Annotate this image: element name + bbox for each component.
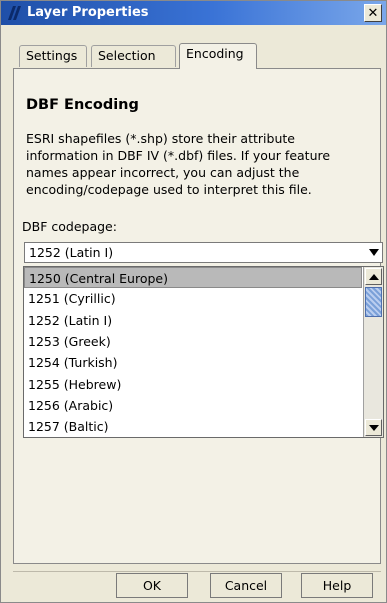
- scroll-up-button[interactable]: [365, 268, 382, 285]
- help-button-label: Help: [322, 578, 352, 593]
- tab-selection[interactable]: Selection: [91, 45, 176, 67]
- cancel-button[interactable]: Cancel: [210, 573, 282, 598]
- option-label: 1252 (Latin I): [28, 312, 113, 328]
- list-item[interactable]: 1255 (Hebrew): [24, 374, 362, 395]
- chevron-down-icon: [369, 425, 379, 431]
- panel-description: ESRI shapefiles (*.shp) store their attr…: [26, 131, 331, 197]
- list-item[interactable]: 1253 (Greek): [24, 331, 362, 352]
- combobox-value: 1252 (Latin I): [29, 245, 114, 260]
- option-label: 1254 (Turkish): [28, 355, 118, 371]
- title-bar[interactable]: Layer Properties ✕: [1, 1, 386, 25]
- option-label: 1257 (Baltic): [28, 419, 109, 435]
- option-label: 1253 (Greek): [28, 333, 111, 349]
- scroll-down-button[interactable]: [365, 419, 382, 436]
- codepage-combobox[interactable]: 1252 (Latin I): [24, 242, 383, 263]
- layer-properties-window: Layer Properties ✕ Settings Selection En…: [0, 0, 387, 603]
- ok-button-label: OK: [142, 578, 162, 593]
- tab-encoding-label: Encoding: [186, 46, 244, 61]
- panel-heading: DBF Encoding: [26, 97, 139, 113]
- tab-settings-label: Settings: [26, 48, 78, 63]
- window-title: Layer Properties: [27, 5, 149, 20]
- chevron-up-icon: [369, 274, 379, 280]
- codepage-label: DBF codepage:: [22, 219, 117, 234]
- chevron-down-icon[interactable]: [369, 249, 379, 256]
- option-label: 1255 (Hebrew): [28, 376, 122, 392]
- option-label: 1251 (Cyrillic): [28, 291, 116, 307]
- app-logo-icon: [8, 6, 21, 20]
- tab-encoding[interactable]: Encoding: [179, 43, 257, 69]
- close-icon: ✕: [367, 6, 379, 21]
- button-separator: [13, 571, 381, 572]
- tab-strip: Settings Selection Encoding: [19, 43, 379, 69]
- close-button[interactable]: ✕: [364, 4, 382, 22]
- list-item[interactable]: 1257 (Baltic): [24, 416, 362, 437]
- tab-selection-label: Selection: [98, 48, 156, 63]
- list-item[interactable]: 1252 (Latin I): [24, 310, 362, 331]
- help-button[interactable]: Help: [301, 573, 373, 598]
- option-label: 1256 (Arabic): [28, 397, 114, 413]
- ok-button[interactable]: OK: [116, 573, 188, 598]
- list-item[interactable]: 1256 (Arabic): [24, 395, 362, 416]
- list-item[interactable]: 1254 (Turkish): [24, 352, 362, 373]
- scroll-thumb[interactable]: [365, 287, 382, 317]
- cancel-button-label: Cancel: [224, 578, 268, 593]
- tab-settings[interactable]: Settings: [19, 45, 87, 67]
- codepage-dropdown-list[interactable]: 1250 (Central Europe) 1251 (Cyrillic) 12…: [23, 266, 384, 438]
- option-label: 1250 (Central Europe): [29, 271, 168, 286]
- dropdown-scrollbar[interactable]: [363, 267, 383, 437]
- list-item[interactable]: 1251 (Cyrillic): [24, 288, 362, 309]
- list-item[interactable]: 1250 (Central Europe): [24, 267, 362, 289]
